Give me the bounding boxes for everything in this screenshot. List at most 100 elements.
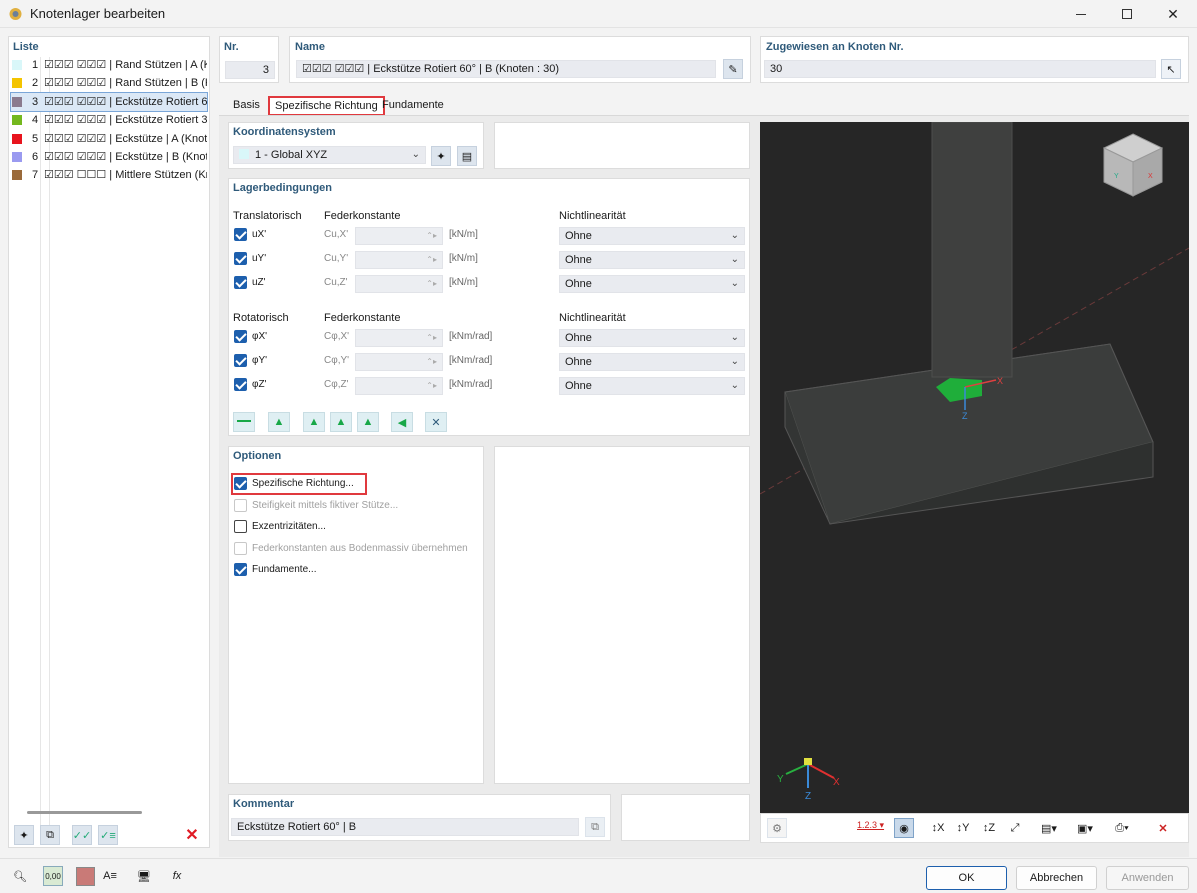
uncheck-button[interactable]: ✓≡ — [98, 825, 118, 845]
dof-checkbox[interactable] — [234, 228, 247, 241]
chevron-down-icon: ⌄ — [730, 380, 739, 391]
reset-support-button[interactable]: ✕ — [425, 412, 447, 432]
cancel-button[interactable]: Abbrechen — [1016, 866, 1097, 890]
display-mode-button[interactable]: ▣▾ — [1069, 818, 1101, 838]
print-button[interactable]: ⎙▾ — [1106, 818, 1138, 838]
assigned-panel: Zugewiesen an Knoten Nr. 30 ↖ — [760, 36, 1189, 83]
hinged-support-button[interactable]: ▲ — [268, 412, 290, 432]
dof-checkbox[interactable] — [234, 330, 247, 343]
local-z-label: Z — [962, 411, 968, 421]
nonlinearity-select[interactable]: Ohne ⌄ — [559, 275, 745, 293]
tab-spezifische-richtung[interactable]: Spezifische Richtung — [268, 96, 385, 116]
view-x-button[interactable]: ↕X — [928, 818, 948, 838]
layers-button[interactable]: ▤▾ — [1033, 818, 1065, 838]
view-cube[interactable]: Y X — [1098, 130, 1168, 200]
list-item[interactable]: 3 ☑☑☑ ☑☑☑ | Eckstütze Rotiert 60 — [10, 91, 208, 112]
option-checkbox[interactable] — [234, 563, 247, 577]
view-iso-icon: ⤢ — [1010, 821, 1020, 834]
minimize-button[interactable] — [1058, 0, 1104, 28]
delete-button[interactable]: ✕ — [182, 825, 202, 845]
option-checkbox[interactable] — [234, 498, 247, 512]
name-field[interactable]: ☑☑☑ ☑☑☑ | Eckstütze Rotiert 60° | B (Kno… — [296, 60, 716, 78]
view-z-button[interactable]: ↕Z — [979, 818, 999, 838]
display-button[interactable]: 🖥︎ — [134, 866, 154, 886]
highlight-frame — [231, 473, 367, 495]
settings-view-button[interactable]: ⚙ — [767, 818, 787, 838]
wall-support-button[interactable]: ◀ — [391, 412, 413, 432]
free-support-icon — [237, 420, 251, 424]
tab-basis[interactable]: Basis — [228, 96, 265, 116]
fixed-support-button[interactable]: ▲ — [303, 412, 325, 432]
nonlinearity-select[interactable]: Ohne ⌄ — [559, 329, 745, 347]
roller-x-button[interactable]: ▲ — [330, 412, 352, 432]
pick-node-button[interactable]: ↖ — [1161, 59, 1181, 79]
formula-button[interactable]: fx — [167, 866, 187, 886]
window-title: Knotenlager bearbeiten — [30, 6, 166, 21]
coord-select[interactable]: 1 - Global XYZ ⌄ — [233, 146, 426, 164]
search-button[interactable]: 🔍︎ — [10, 866, 30, 886]
model-view: X Z — [760, 122, 1189, 525]
roller-y-button[interactable]: ▲ — [357, 412, 379, 432]
title-bar: Knotenlager bearbeiten ✕ — [0, 0, 1197, 28]
assigned-node-field[interactable]: 30 — [764, 60, 1156, 78]
edit-coord-button[interactable]: ▤ — [457, 146, 477, 166]
list-item[interactable]: 6 ☑☑☑ ☑☑☑ | Eckstütze | B (Knoter — [11, 148, 207, 166]
render-icon: ◉ — [899, 822, 909, 835]
maximize-button[interactable] — [1104, 0, 1150, 28]
list-item[interactable]: 4 ☑☑☑ ☑☑☑ | Eckstütze Rotiert 30 — [11, 111, 207, 129]
dof-checkbox[interactable] — [234, 378, 247, 391]
copy-item-button[interactable]: ⧉ — [40, 825, 60, 845]
list-item[interactable]: 2 ☑☑☑ ☑☑☑ | Rand Stützen | B (Kr — [11, 74, 207, 92]
comment-field[interactable]: Eckstütze Rotiert 60° | B — [231, 818, 579, 836]
units-button[interactable]: 0,00 — [43, 866, 63, 886]
option-checkbox[interactable] — [234, 520, 247, 534]
3d-viewport[interactable]: X Z Y X X Y Z — [760, 122, 1189, 813]
spring-input[interactable]: ⌃▸ — [355, 251, 443, 269]
free-support-button[interactable] — [233, 412, 255, 432]
list-scrollbar[interactable] — [27, 811, 142, 814]
text-style-button[interactable]: A≡ — [100, 866, 120, 886]
nr-field[interactable]: 3 — [225, 61, 275, 79]
reset-view-button[interactable]: ✕ — [1153, 818, 1173, 838]
dof-checkbox[interactable] — [234, 276, 247, 289]
color-button[interactable] — [76, 867, 95, 886]
close-button[interactable]: ✕ — [1150, 0, 1196, 28]
list-item-number: 2 — [32, 77, 39, 90]
view-neg-y-icon: ↕Y — [956, 822, 970, 834]
spring-input[interactable]: ⌃▸ — [355, 329, 443, 347]
list-item[interactable]: 1 ☑☑☑ ☑☑☑ | Rand Stützen | A (Kr — [11, 56, 207, 74]
spring-input[interactable]: ⌃▸ — [355, 275, 443, 293]
spring-input[interactable]: ⌃▸ — [355, 353, 443, 371]
tab-fundamente[interactable]: Fundamente — [377, 96, 449, 116]
view-iso-button[interactable]: ⤢ — [1005, 818, 1025, 838]
nonlinearity-select[interactable]: Ohne ⌄ — [559, 251, 745, 269]
render-view-button[interactable]: ◉ — [894, 818, 914, 838]
nonlinearity-select[interactable]: Ohne ⌄ — [559, 353, 745, 371]
check-all-button[interactable]: ✓✓ — [72, 825, 92, 845]
comment-library-button[interactable]: ⧉ — [585, 817, 605, 837]
option-checkbox[interactable] — [234, 541, 247, 555]
chevron-down-icon: ⌄ — [730, 230, 739, 241]
dof-checkbox[interactable] — [234, 252, 247, 265]
numbering-button[interactable]: 1.2.3 ▾ — [857, 820, 884, 831]
spring-input[interactable]: ⌃▸ — [355, 377, 443, 395]
dof-label: uX' — [252, 229, 267, 240]
column — [931, 122, 1013, 378]
nonlinearity-select[interactable]: Ohne ⌄ — [559, 377, 745, 395]
list-item[interactable]: 5 ☑☑☑ ☑☑☑ | Eckstütze | A (Knote — [11, 130, 207, 148]
spring-symbol: Cu,X' — [324, 229, 349, 240]
list-item[interactable]: 7 ☑☑☑ ☐☐☐ | Mittlere Stützen (Kn — [11, 166, 207, 184]
dof-checkbox[interactable] — [234, 354, 247, 367]
new-item-button[interactable]: ✦ — [14, 825, 34, 845]
ok-button[interactable]: OK — [926, 866, 1007, 890]
list-header: Liste — [13, 41, 39, 53]
axis-y-label: Y — [777, 774, 784, 785]
apply-button[interactable]: Anwenden — [1106, 866, 1189, 890]
support-header: Lagerbedingungen — [233, 182, 332, 194]
view-neg-y-button[interactable]: ↕Y — [953, 818, 973, 838]
nonlinearity-select[interactable]: Ohne ⌄ — [559, 227, 745, 245]
edit-name-button[interactable]: ✎ — [723, 59, 743, 79]
spring-input[interactable]: ⌃▸ — [355, 227, 443, 245]
chevron-down-icon: ⌄ — [411, 149, 420, 160]
new-coord-button[interactable]: ✦ — [431, 146, 451, 166]
